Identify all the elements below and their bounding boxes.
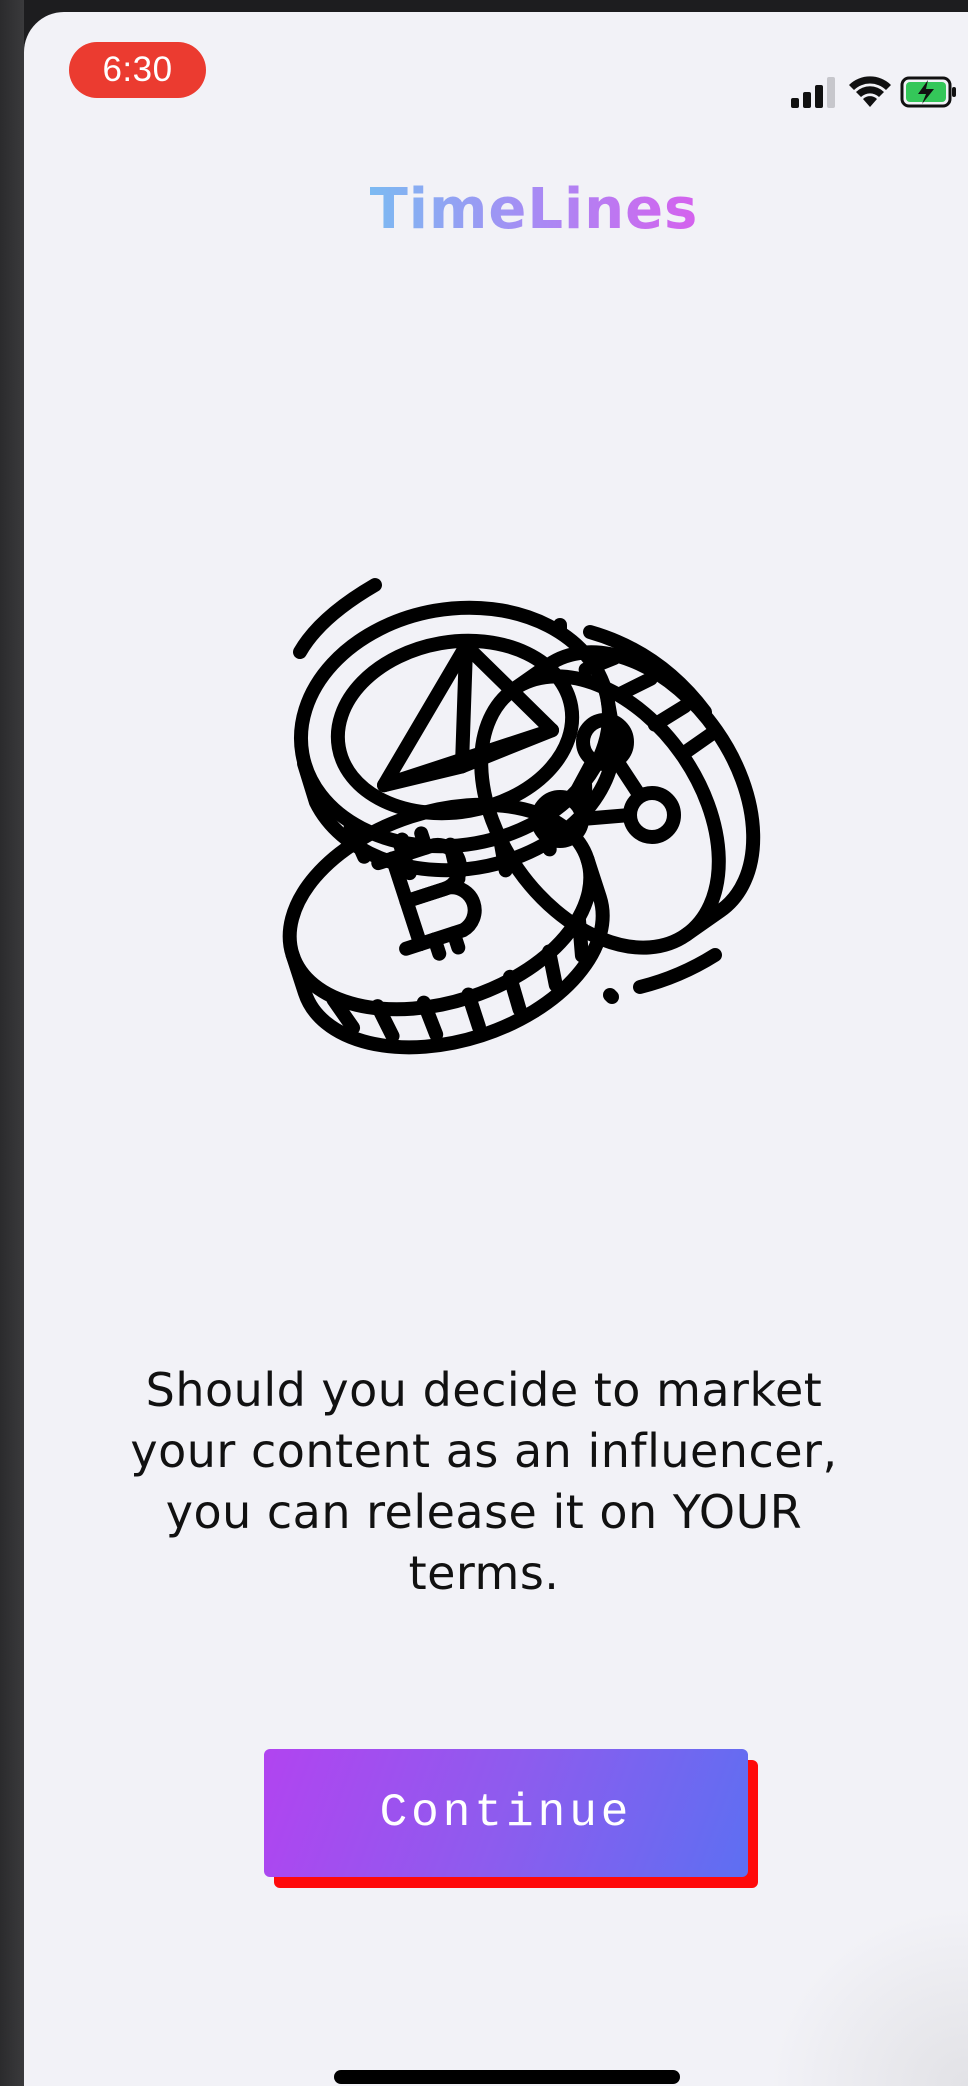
- corner-shading: [768, 1906, 968, 2086]
- battery-charging-icon: [900, 76, 956, 108]
- signal-icon: [791, 77, 835, 108]
- onboarding-description: Should you decide to market your content…: [130, 1363, 838, 1600]
- home-indicator[interactable]: [334, 2070, 680, 2084]
- continue-button[interactable]: Continue: [264, 1749, 748, 1877]
- status-time: 6:30: [69, 42, 206, 98]
- crypto-coins-icon: [282, 578, 761, 1055]
- app-title: TimeLines: [344, 177, 724, 242]
- wifi-icon: [849, 76, 891, 107]
- app-title-text: TimeLines: [369, 177, 699, 242]
- app-screen: 6:30 TimeLines Should you decide to mark…: [24, 12, 968, 2086]
- device-bezel: [0, 0, 24, 2086]
